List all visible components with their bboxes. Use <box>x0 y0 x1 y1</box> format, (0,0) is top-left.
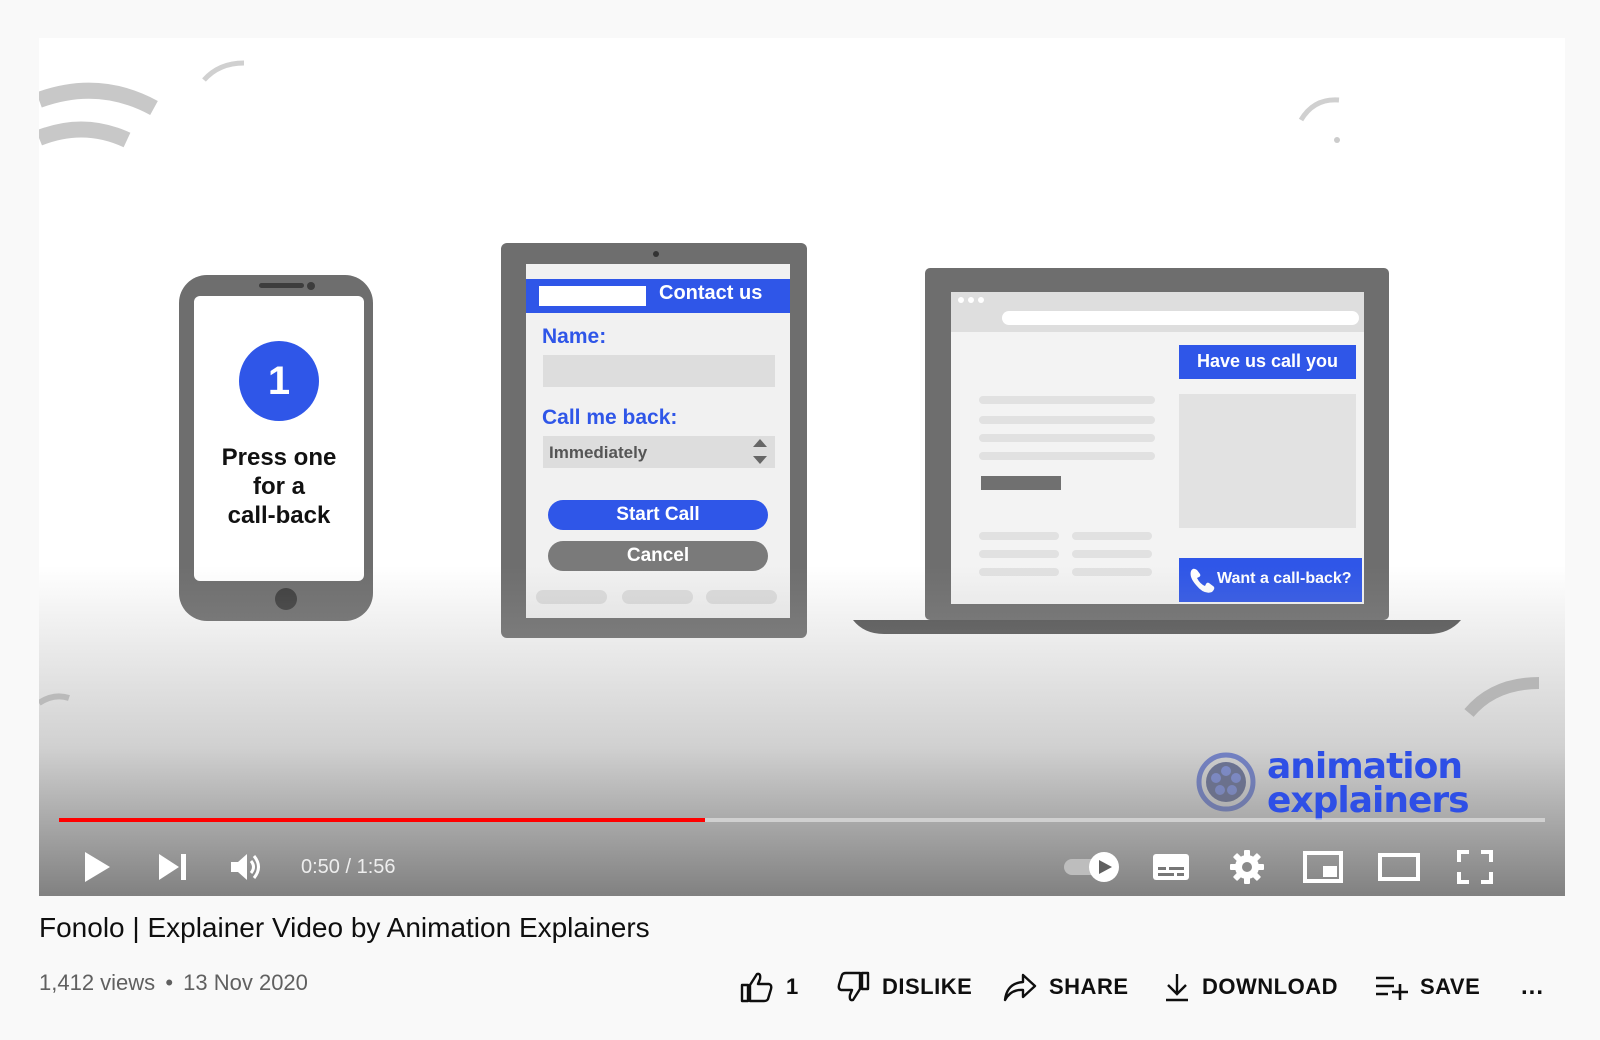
save-label: SAVE <box>1420 974 1481 999</box>
save-button[interactable]: SAVE <box>1374 962 1480 1012</box>
settings-button[interactable] <box>1225 846 1269 888</box>
decorative-arc <box>1298 97 1340 122</box>
fullscreen-icon <box>1457 850 1493 884</box>
decorative-wifi-icon <box>39 82 158 148</box>
autoplay-toggle-icon <box>1064 852 1119 882</box>
phone-line-3: call-back <box>227 502 331 529</box>
tablet-header: Contact us <box>659 282 763 304</box>
decorative-arc <box>1464 677 1540 717</box>
phone-line-1: Press one <box>221 444 337 471</box>
laptop-callback-button: Want a call-back? <box>1217 570 1352 587</box>
download-button[interactable]: DOWNLOAD <box>1164 962 1338 1012</box>
share-button[interactable]: SHARE <box>1003 962 1129 1012</box>
next-icon <box>159 854 186 880</box>
video-player[interactable]: 1 Press one for a call-back Contact us N… <box>39 38 1565 896</box>
play-button[interactable] <box>75 846 119 888</box>
phone-step-number: 1 <box>267 359 291 403</box>
share-label: SHARE <box>1049 974 1129 999</box>
download-icon <box>1166 974 1188 1002</box>
theater-icon <box>1378 853 1420 881</box>
download-label: DOWNLOAD <box>1202 974 1338 999</box>
phone-line-2: for a <box>252 473 305 500</box>
like-button[interactable]: 1 <box>740 962 799 1012</box>
settings-icon <box>1230 850 1264 884</box>
brand-logo-icon <box>1196 752 1256 812</box>
laptop-illustration <box>853 268 1461 634</box>
more-actions-button[interactable]: ... <box>1521 962 1544 1012</box>
like-count: 1 <box>786 974 799 999</box>
volume-button[interactable] <box>225 846 269 888</box>
dislike-label: DISLIKE <box>882 974 973 999</box>
thumbs-up-icon <box>740 972 773 1003</box>
next-button[interactable] <box>151 846 195 888</box>
playlist-add-icon <box>1376 976 1408 1000</box>
laptop-banner: Have us call you <box>1196 351 1339 371</box>
theater-mode-button[interactable] <box>1377 846 1421 888</box>
tablet-select-value: Immediately <box>549 443 648 462</box>
tablet-callback-label: Call me back: <box>542 406 678 429</box>
subtitles-icon <box>1153 854 1189 880</box>
autoplay-toggle[interactable] <box>1061 846 1123 888</box>
volume-icon <box>231 854 260 880</box>
tablet-name-label: Name: <box>542 325 607 348</box>
dislike-button[interactable]: DISLIKE <box>836 962 972 1012</box>
fullscreen-button[interactable] <box>1453 846 1497 888</box>
tablet-start-call-button: Start Call <box>548 500 768 530</box>
video-title: Fonolo | Explainer Video by Animation Ex… <box>39 912 650 943</box>
progress-played <box>59 818 706 822</box>
miniplayer-button[interactable] <box>1301 846 1345 888</box>
player-controls: 0:50 / 1:56 <box>39 838 1565 896</box>
tablet-cancel-button: Cancel <box>548 541 768 571</box>
share-icon <box>1003 973 1037 1002</box>
more-icon: ... <box>1521 973 1545 1000</box>
time-display: 0:50 / 1:56 <box>301 856 396 878</box>
play-icon <box>85 852 110 882</box>
thumbs-down-icon <box>837 971 870 1002</box>
decorative-dot <box>1334 137 1340 143</box>
progress-bar[interactable] <box>59 813 1545 827</box>
miniplayer-icon <box>1303 851 1343 883</box>
decorative-arc <box>202 60 245 82</box>
action-bar: 1 DISLIKE SHARE DOWNLOAD SAVE ... <box>0 962 1600 1012</box>
decorative-arc <box>39 693 70 706</box>
subtitles-button[interactable] <box>1149 846 1193 888</box>
